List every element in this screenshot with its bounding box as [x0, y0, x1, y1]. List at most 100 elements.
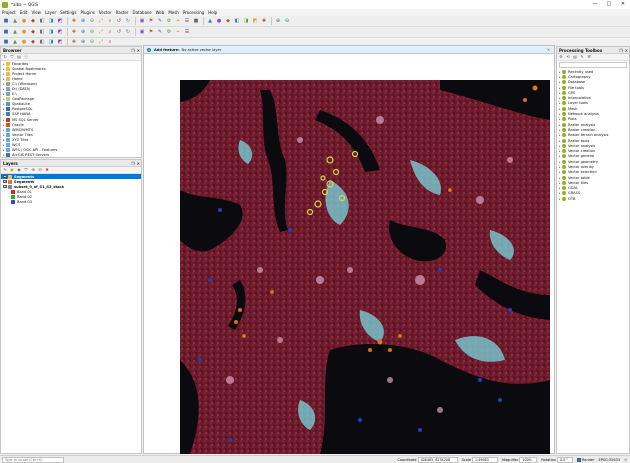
add-wfs-icon[interactable]: ✚ [70, 38, 78, 46]
zoom-last-icon[interactable]: ▣ [138, 17, 146, 25]
temporal-icon[interactable]: ⚙ [165, 17, 173, 25]
options-icon[interactable]: ⚒ [586, 54, 592, 60]
layer-visibility-checkbox[interactable]: ✓ [3, 184, 7, 189]
collapse-all-icon[interactable]: ▤ [16, 54, 22, 60]
results-icon[interactable]: ▤ [572, 54, 578, 60]
menu-settings[interactable]: Settings [60, 10, 76, 15]
label-format-icon[interactable]: ⌖ [174, 28, 182, 36]
deselect-icon[interactable]: ▲ [206, 17, 214, 25]
scale-field[interactable]: 1:49983 [472, 456, 498, 463]
processing-group[interactable]: ▸ OTB [557, 196, 629, 201]
history-icon[interactable]: ⟲ [565, 54, 571, 60]
save-project-icon[interactable]: ● [20, 17, 28, 25]
refresh-icon[interactable]: ⌖ [174, 17, 182, 25]
select-icon[interactable]: ■ [192, 17, 200, 25]
add-group-icon[interactable]: ▣ [9, 167, 15, 173]
browser-item[interactable]: ▸ ArcGIS REST Servers [1, 153, 141, 157]
minimize-button[interactable]: — [588, 0, 602, 9]
menu-mesh[interactable]: Mesh [168, 10, 179, 15]
layer-visibility-checkbox[interactable]: ✓ [3, 179, 7, 184]
zoom-selection-icon[interactable]: ↻ [124, 17, 132, 25]
messages-icon[interactable]: ✉ [624, 458, 627, 462]
close-button[interactable]: ✕ [616, 0, 630, 9]
field-calculator-icon[interactable]: ◆ [224, 17, 232, 25]
models-icon[interactable]: ⚙ [558, 54, 564, 60]
enable-properties-icon[interactable]: ⓘ [23, 54, 29, 60]
add-arcgis-icon[interactable]: ⊕ [79, 38, 87, 46]
maximize-button[interactable]: □ [602, 0, 616, 9]
add-vector-icon[interactable]: ■ [2, 38, 10, 46]
coordinate-field[interactable]: 408485, 6234208 [417, 456, 458, 463]
close-panel-button[interactable]: ✕ [136, 48, 141, 53]
menu-plugins[interactable]: Plugins [81, 10, 95, 15]
open-project-icon[interactable]: ▲ [11, 17, 19, 25]
identify-icon[interactable]: ☰ [183, 17, 191, 25]
expand-all-icon[interactable]: ⊞ [30, 167, 36, 173]
processing-search-input[interactable] [559, 62, 627, 68]
print-layout-icon[interactable]: ◧ [38, 17, 46, 25]
menu-help[interactable]: Help [208, 10, 217, 15]
menu-processing[interactable]: Processing [183, 10, 204, 15]
add-spatialite-icon[interactable]: ◧ [38, 38, 46, 46]
locator-search-input[interactable]: Type to locate (Ctrl+K) [2, 456, 64, 463]
pan-icon[interactable]: ✚ [70, 17, 78, 25]
move-label-icon[interactable]: ▣ [138, 28, 146, 36]
digitize-icon[interactable]: ■ [2, 28, 10, 36]
vertex-tool-icon[interactable]: ◧ [38, 28, 46, 36]
eye-icon[interactable]: ◉ [16, 167, 22, 173]
add-csv-icon[interactable]: ◆ [29, 38, 37, 46]
delete-icon[interactable]: ◨ [47, 28, 55, 36]
render-checkbox[interactable] [577, 457, 582, 462]
statistics-icon[interactable]: ◧ [233, 17, 241, 25]
python-console-icon[interactable]: ⤢ [97, 38, 105, 46]
cut-icon[interactable]: ◩ [56, 28, 64, 36]
collapse-all-layers-icon[interactable]: ⊟ [37, 167, 43, 173]
paste-icon[interactable]: ⊕ [79, 28, 87, 36]
rotate-label-icon[interactable]: ⚑ [147, 28, 155, 36]
tips-icon[interactable]: ◩ [251, 17, 259, 25]
menu-raster[interactable]: Raster [116, 10, 129, 15]
add-raster-icon[interactable]: ▲ [11, 38, 19, 46]
change-label-icon[interactable]: ✎ [156, 28, 164, 36]
crs-button[interactable]: EPSG:32633 [598, 458, 620, 462]
menu-edit[interactable]: Edit [20, 10, 28, 15]
layout-manager-icon[interactable]: ◨ [47, 17, 55, 25]
undo-icon[interactable]: ⊖ [88, 28, 96, 36]
add-wms-icon[interactable]: ◩ [56, 38, 64, 46]
label-icon[interactable]: ⊕ [274, 17, 282, 25]
map-canvas[interactable] [180, 80, 550, 454]
map-view[interactable]: i Add feature: No active vector layer ✕ [143, 45, 555, 454]
processing-icon[interactable]: ⌕ [106, 38, 114, 46]
filter-legend-icon[interactable]: ⛉ [23, 167, 29, 173]
pin-label-icon[interactable]: ↺ [115, 28, 123, 36]
add-mesh-icon[interactable]: ● [20, 38, 28, 46]
menu-layer[interactable]: Layer [45, 10, 56, 15]
remove-layer-icon[interactable]: ✖ [44, 167, 50, 173]
show-label-icon[interactable]: ↻ [124, 28, 132, 36]
text-tool-icon[interactable]: ⚙ [165, 28, 173, 36]
add-postgis-icon[interactable]: ◨ [47, 38, 55, 46]
close-message-icon[interactable]: ✕ [547, 48, 550, 52]
menu-view[interactable]: View [31, 10, 41, 15]
menu-web[interactable]: Web [156, 10, 165, 15]
edit-features-icon[interactable]: ✎ [579, 54, 585, 60]
new-map-view-icon[interactable]: ✎ [156, 17, 164, 25]
zoom-out-icon[interactable]: ⤢ [97, 17, 105, 25]
label-toggle-icon[interactable]: ⌕ [106, 28, 114, 36]
save-edits-icon[interactable]: ● [20, 28, 28, 36]
layer-visibility-checkbox[interactable]: ✓ [3, 174, 7, 179]
pan-to-selection-icon[interactable]: ⊕ [79, 17, 87, 25]
zoom-full-icon[interactable]: ⌕ [106, 17, 114, 25]
zoom-next-icon[interactable]: ⚑ [147, 17, 155, 25]
new-project-icon[interactable]: ■ [2, 17, 10, 25]
layer-item[interactable]: Band 03 [1, 199, 141, 205]
new-layer-icon[interactable]: ⊖ [88, 38, 96, 46]
editing-icon[interactable]: ▲ [11, 28, 19, 36]
annotation-icon[interactable]: ✚ [260, 17, 268, 25]
rotation-field[interactable]: 0.0 ° [557, 456, 574, 463]
magnifier-field[interactable]: 100% [519, 456, 538, 463]
style-icon[interactable]: ✎ [2, 167, 8, 173]
zoom-layer-icon[interactable]: ↺ [115, 17, 123, 25]
menu-project[interactable]: Project [2, 10, 16, 15]
redo-icon[interactable]: ⤢ [97, 28, 105, 36]
